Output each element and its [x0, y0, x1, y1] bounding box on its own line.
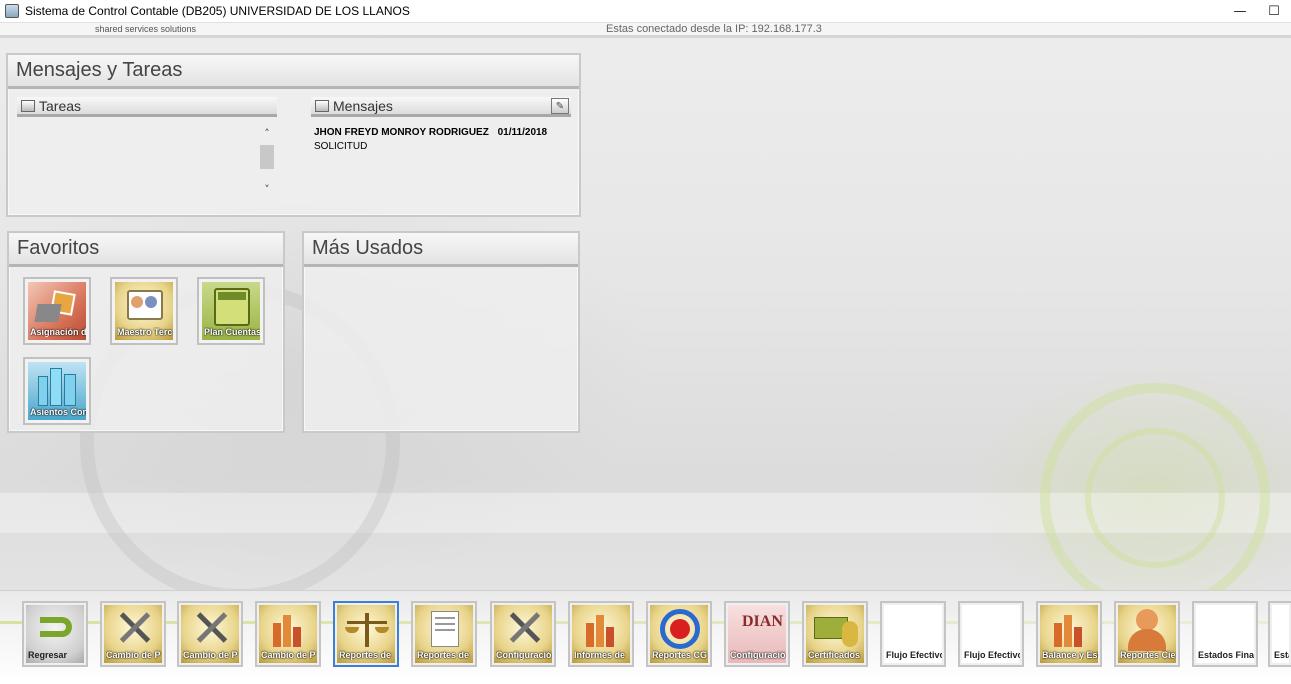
toolbar-label: Cambio de P	[261, 650, 316, 660]
mas-usados-panel: Más Usados	[302, 231, 580, 433]
message-subject: SOLICITUD	[314, 141, 368, 152]
favoritos-panel: Favoritos Asignación d Maestro Terc Plan…	[7, 231, 285, 433]
favorite-plan-cuentas[interactable]: Plan Cuentas	[197, 277, 265, 345]
toolbar-label: Reportes Cie	[1120, 650, 1176, 660]
target-icon: Reportes CG	[650, 605, 708, 663]
compose-message-button[interactable]: ✎	[551, 98, 569, 114]
favorite-label: Plan Cuentas	[204, 327, 260, 337]
message-sender: JHON FREYD MONROY RODRIGUEZ	[314, 127, 489, 138]
toolbar-estados-2[interactable]: Esta	[1268, 601, 1291, 667]
tools-check-icon: Configuració	[494, 605, 552, 663]
toolbar-reportes-cierre[interactable]: Reportes Cie	[1114, 601, 1180, 667]
panel-title: Mensajes y Tareas	[8, 55, 579, 89]
toolbar-configuracion-dian[interactable]: DIAN Configuració	[724, 601, 790, 667]
toolbar-label: Cambio de P	[106, 650, 161, 660]
favoritos-title: Favoritos	[17, 237, 100, 259]
panel-title: Más Usados	[304, 233, 578, 267]
toolbar-reportes-1[interactable]: Reportes de	[333, 601, 399, 667]
header-strip: shared services solutions Estas conectad…	[0, 23, 1291, 38]
toolbar-certificados[interactable]: Certificados	[802, 601, 868, 667]
mensajes-tareas-panel: Mensajes y Tareas Tareas ˄ ˅ Mensajes ✎ …	[6, 53, 581, 217]
toolbar-label: Certificados	[808, 650, 861, 660]
tareas-label: Tareas	[39, 97, 82, 114]
asignacion-icon: Asignación d	[28, 282, 86, 340]
toolbar-cambio-1[interactable]: Cambio de P	[100, 601, 166, 667]
toolbar-label: Estados Finan	[1198, 650, 1254, 660]
toolbar-label: Reportes de	[339, 650, 392, 660]
toolbar-label: Balance y Est	[1042, 650, 1098, 660]
toolbar-label: Configuració	[730, 650, 786, 660]
money-icon: Certificados	[806, 605, 864, 663]
toolbar-label: Reportes CG	[652, 650, 708, 660]
toolbar-cambio-3[interactable]: Cambio de P	[255, 601, 321, 667]
scroll-up-icon[interactable]: ˄	[259, 125, 275, 141]
toolbar-flujo-efectivo-2[interactable]: Flujo Efectivo	[958, 601, 1024, 667]
calculator-icon: Plan Cuentas	[202, 282, 260, 340]
maestro-terceros-icon: Maestro Terc	[115, 282, 173, 340]
background-ring	[1085, 428, 1225, 568]
favorite-label: Asientos Con	[30, 407, 86, 417]
toolbar-label: Reportes de	[417, 650, 470, 660]
scales-icon: Reportes de	[337, 605, 395, 663]
toolbar-label: Esta	[1274, 650, 1289, 660]
toolbar-label: Cambio de P	[183, 650, 238, 660]
tareas-scrollbar[interactable]: ˄ ˅	[259, 125, 275, 197]
toolbar-label: Regresar	[28, 650, 68, 660]
scroll-thumb[interactable]	[260, 145, 274, 169]
mensajes-tareas-title: Mensajes y Tareas	[16, 59, 183, 81]
toolbar-label: Informes de	[574, 650, 626, 660]
toolbar-label: Flujo Efectivo	[886, 650, 942, 660]
toolbar-informes[interactable]: Informes de	[568, 601, 634, 667]
toolbar-reportes-cg[interactable]: Reportes CG	[646, 601, 712, 667]
favorite-asignacion[interactable]: Asignación d	[23, 277, 91, 345]
edit-icon	[21, 99, 35, 112]
toolbar-label: Configuració	[496, 650, 552, 660]
chart-check-icon: Informes de	[572, 605, 630, 663]
toolbar-label: Flujo Efectivo	[964, 650, 1020, 660]
favorite-maestro-terceros[interactable]: Maestro Terc	[110, 277, 178, 345]
app-icon	[5, 4, 19, 18]
tools-check-icon: Cambio de P	[104, 605, 162, 663]
toolbar-configuracion-1[interactable]: Configuració	[490, 601, 556, 667]
buildings-icon: Asientos Con	[28, 362, 86, 420]
document-check-icon: Reportes de	[415, 605, 473, 663]
main-area: shared services solutions Estas conectad…	[0, 23, 1291, 593]
favorite-label: Asignación d	[30, 327, 86, 337]
dian-icon: DIAN Configuració	[728, 605, 786, 663]
minimize-button[interactable]: —	[1223, 0, 1257, 22]
bottom-toolbar: Regresar Cambio de P Cambio de P Cambio …	[0, 590, 1291, 684]
back-arrow-icon: Regresar	[26, 605, 84, 663]
panel-title: Favoritos	[9, 233, 283, 267]
brand-subtitle: shared services solutions	[95, 24, 197, 34]
ip-status: Estas conectado desde la IP: 192.168.177…	[606, 23, 822, 35]
message-icon	[315, 99, 329, 112]
message-item[interactable]: JHON FREYD MONROY RODRIGUEZ 01/11/2018	[314, 127, 547, 138]
title-bar: Sistema de Control Contable (DB205) UNIV…	[0, 0, 1291, 23]
toolbar-flujo-efectivo-1[interactable]: Flujo Efectivo	[880, 601, 946, 667]
toolbar-regresar[interactable]: Regresar	[22, 601, 88, 667]
chart-check-icon: Balance y Est	[1040, 605, 1098, 663]
tools-check-icon: Cambio de P	[181, 605, 239, 663]
mas-usados-title: Más Usados	[312, 237, 424, 259]
window-title: Sistema de Control Contable (DB205) UNIV…	[25, 4, 410, 18]
maximize-button[interactable]: ☐	[1257, 0, 1291, 22]
toolbar-estados-financieros[interactable]: Estados Finan	[1192, 601, 1258, 667]
user-tools-icon: Reportes Cie	[1118, 605, 1176, 663]
favorite-label: Maestro Terc	[117, 327, 173, 337]
mensajes-label: Mensajes	[333, 97, 393, 114]
message-date: 01/11/2018	[497, 127, 548, 138]
scroll-down-icon[interactable]: ˅	[259, 181, 275, 197]
mensajes-header: Mensajes ✎	[311, 97, 571, 117]
toolbar-balance[interactable]: Balance y Est	[1036, 601, 1102, 667]
toolbar-cambio-2[interactable]: Cambio de P	[177, 601, 243, 667]
tareas-header: Tareas	[17, 97, 277, 117]
favorite-asientos[interactable]: Asientos Con	[23, 357, 91, 425]
toolbar-reportes-2[interactable]: Reportes de	[411, 601, 477, 667]
chart-check-icon: Cambio de P	[259, 605, 317, 663]
